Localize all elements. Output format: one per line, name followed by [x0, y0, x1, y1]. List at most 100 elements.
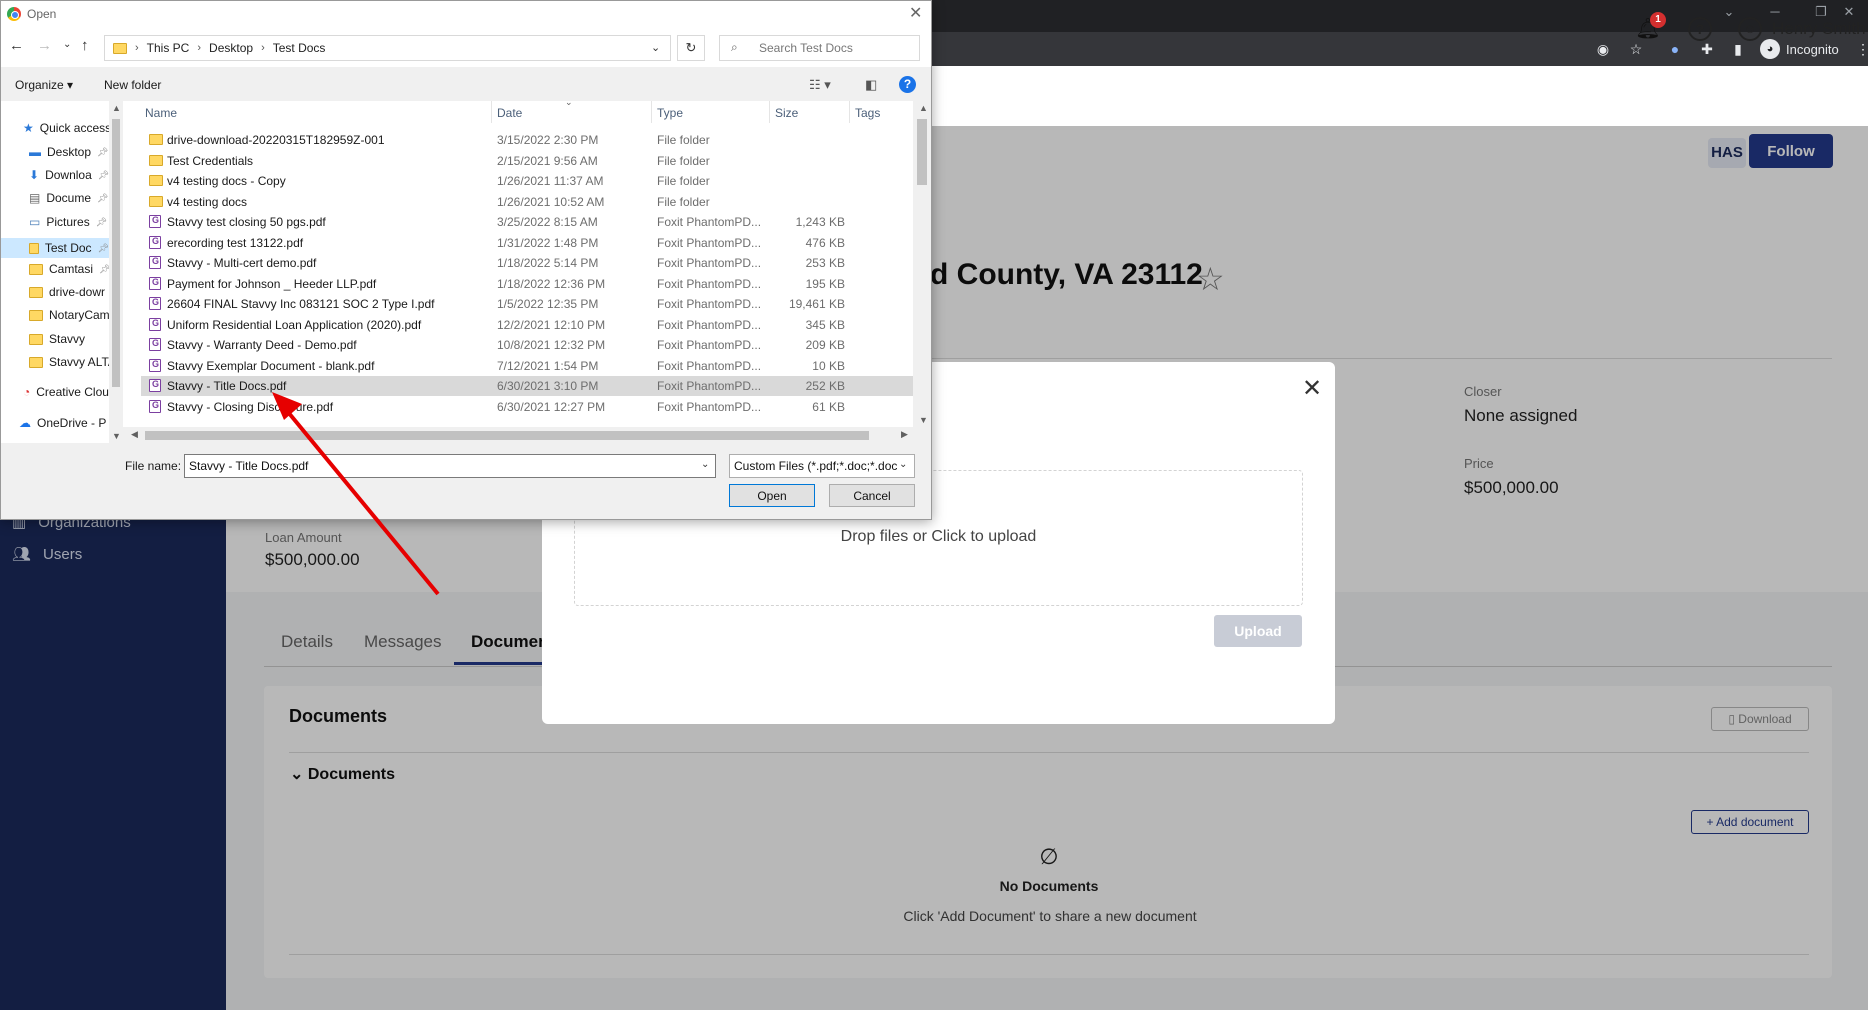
file-list-vscrollbar-thumb[interactable] [917, 119, 927, 185]
file-row[interactable]: drive-download-20220315T182959Z-001 3/15/… [141, 130, 913, 150]
cancel-button[interactable]: Cancel [829, 484, 915, 507]
nav-item[interactable]: ▤ Docume 📌︎ [29, 191, 108, 205]
scroll-up-icon[interactable]: ▲ [112, 103, 121, 113]
file-type: Foxit PhantomPD... [657, 379, 762, 393]
breadcrumb-item[interactable]: Desktop [209, 41, 253, 55]
document-icon: ▤ [29, 191, 41, 205]
preview-pane-icon[interactable]: ◧ [865, 77, 877, 93]
new-folder-button[interactable]: New folder [104, 78, 161, 92]
nav-item[interactable]: ▬ Desktop 📌︎ [29, 145, 108, 159]
nav-item[interactable]: NotaryCam [29, 308, 110, 322]
organize-menu[interactable]: Organize ▾ [15, 78, 73, 92]
file-name: erecording test 13122.pdf [167, 235, 304, 250]
nav-item[interactable]: ☁ OneDrive - P [19, 416, 106, 430]
file-row[interactable]: erecording test 13122.pdf 1/31/2022 1:48 … [141, 233, 913, 253]
folder-icon [149, 134, 163, 145]
folder-icon [149, 154, 163, 166]
side-panel-icon[interactable]: ▮ [1727, 38, 1749, 60]
column-header-type[interactable]: Type [657, 106, 683, 120]
file-row[interactable]: v4 testing docs 1/26/2021 10:52 AM File fo… [141, 192, 913, 212]
file-size: 345 KB [805, 317, 845, 332]
file-type: Foxit PhantomPD... [657, 235, 762, 250]
scroll-right-icon[interactable]: ▶ [901, 429, 908, 440]
file-row[interactable]: Stavvy Exemplar Document - blank.pdf 7/12… [141, 356, 913, 376]
puzzle-icon[interactable]: ✚ [1696, 38, 1718, 60]
file-size: 10 KB [812, 358, 845, 373]
file-row[interactable]: Stavvy test closing 50 pgs.pdf 3/25/2022 … [141, 212, 913, 232]
nav-item[interactable]: Camtasi 📌︎ [29, 262, 110, 276]
file-row[interactable]: Test Credentials 2/15/2021 9:56 AM File fo… [141, 151, 913, 171]
file-row[interactable]: v4 testing docs - Copy 1/26/2021 11:37 AM… [141, 171, 913, 191]
scroll-down-icon[interactable]: ▼ [112, 431, 121, 441]
column-divider[interactable] [769, 101, 770, 123]
nav-item[interactable]: ⬇ Downloa 📌︎ [29, 168, 109, 182]
help-icon[interactable]: ? [1688, 17, 1712, 41]
pin-icon: 📌︎ [97, 169, 110, 180]
recent-locations-icon[interactable]: ⌄ [63, 39, 71, 50]
file-type: File folder [657, 133, 710, 147]
up-arrow-icon[interactable]: ↑ [81, 37, 89, 54]
column-divider[interactable] [849, 101, 850, 123]
extension-icon[interactable]: ● [1664, 38, 1686, 60]
file-date: 1/18/2022 5:14 PM [497, 256, 599, 270]
column-header-tags[interactable]: Tags [855, 106, 880, 120]
pdf-file-icon [149, 297, 161, 310]
help-icon[interactable]: ? [899, 76, 916, 93]
nav-item[interactable]: ◔ Creative Clou [23, 385, 109, 399]
file-name-field[interactable] [184, 454, 716, 478]
upload-button[interactable]: Upload [1214, 615, 1302, 647]
column-divider[interactable] [651, 101, 652, 123]
column-header-name[interactable]: Name [145, 106, 177, 120]
folder-icon [29, 356, 43, 368]
file-row[interactable]: 26604 FINAL Stavvy Inc 083121 SOC 2 Type… [141, 294, 913, 314]
nav-item-label: NotaryCam [49, 308, 110, 322]
file-list-hscrollbar-thumb[interactable] [145, 431, 869, 440]
file-size: 253 KB [805, 256, 845, 270]
refresh-icon[interactable]: ↻ [677, 35, 705, 61]
scroll-up-icon[interactable]: ▲ [919, 103, 928, 113]
file-row[interactable]: Stavvy - Closing Disclosure.pdf 6/30/2021… [141, 397, 913, 417]
forward-arrow-icon[interactable]: → [37, 37, 52, 54]
desktop-icon: ▬ [29, 145, 41, 159]
chevron-down-icon[interactable]: ⌄ [701, 459, 709, 470]
nav-item[interactable]: Test Doc 📌︎ [1, 238, 109, 258]
column-header-date[interactable]: Date [497, 106, 522, 120]
nav-item[interactable]: ▭ Pictures 📌︎ [29, 215, 107, 229]
column-divider[interactable] [491, 101, 492, 123]
file-row[interactable]: Payment for Johnson _ Heeder LLP.pdf 1/18… [141, 274, 913, 294]
nav-item[interactable]: ★ Quick access [23, 121, 111, 135]
file-row[interactable]: Stavvy - Warranty Deed - Demo.pdf 10/8/20… [141, 335, 913, 355]
file-type-select[interactable]: Custom Files (*.pdf;*.doc;*.doc [729, 454, 915, 478]
file-name: Stavvy - Warranty Deed - Demo.pdf [167, 338, 357, 352]
chrome-logo-icon [7, 7, 21, 21]
nav-item[interactable]: Stavvy [29, 332, 85, 346]
pdf-file-icon [149, 399, 161, 413]
breadcrumb-item[interactable]: Test Docs [273, 41, 326, 55]
nav-item[interactable]: Stavvy ALTA [29, 355, 116, 369]
nav-scrollbar-thumb[interactable] [112, 119, 120, 387]
chevron-down-icon[interactable]: ⌄ [899, 459, 907, 470]
file-row[interactable]: Stavvy - Multi-cert demo.pdf 1/18/2022 5:… [141, 253, 913, 273]
eye-off-icon[interactable]: ◉ [1592, 38, 1614, 60]
scroll-down-icon[interactable]: ▼ [919, 415, 928, 425]
back-arrow-icon[interactable]: ← [9, 37, 24, 54]
file-row[interactable]: Stavvy - Title Docs.pdf 6/30/2021 3:10 PM… [141, 376, 913, 396]
view-options-icon[interactable]: ☷ ▾ [809, 77, 831, 93]
creative-cloud-icon: ◔ [23, 385, 31, 399]
close-icon[interactable]: ✕ [1302, 374, 1322, 403]
breadcrumb: › This PC › Desktop › Test Docs [113, 41, 325, 55]
scroll-left-icon[interactable]: ◀ [131, 429, 138, 440]
column-header-size[interactable]: Size [775, 106, 798, 120]
user-circle-icon[interactable]: ☺ [1738, 17, 1762, 41]
menu-icon[interactable]: ⋮ [1852, 38, 1868, 60]
nav-item[interactable]: drive-dowr [29, 285, 105, 299]
chevron-down-icon[interactable]: ⌄ [651, 41, 660, 54]
open-button[interactable]: Open [729, 484, 815, 507]
file-row[interactable]: Uniform Residential Loan Application (20… [141, 315, 913, 335]
breadcrumb-item[interactable]: This PC [147, 41, 190, 55]
incognito-indicator[interactable]: ◕ Incognito [1760, 37, 1839, 61]
close-icon[interactable]: ✕ [909, 3, 922, 23]
folder-icon [29, 263, 43, 275]
folder-icon [29, 309, 43, 321]
user-name[interactable]: Henry Smith [1772, 19, 1866, 39]
